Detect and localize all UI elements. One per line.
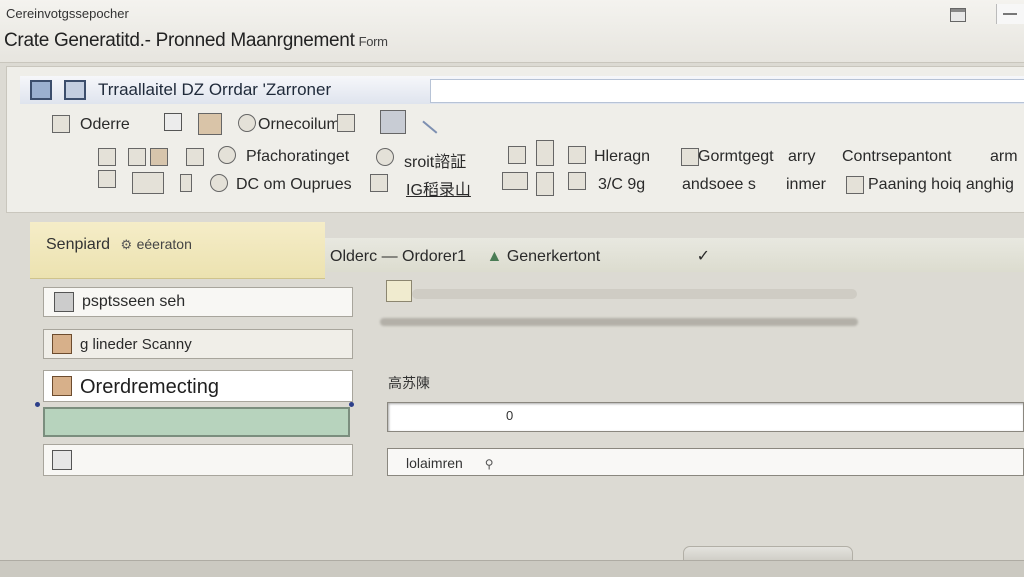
chevron-down-icon[interactable]: ✓: [697, 248, 710, 265]
ribbon-item-4[interactable]: Gormtgegt: [698, 148, 774, 166]
field-label: Orerdremecting: [80, 376, 219, 398]
ribbon-group-label[interactable]: Ornecoilum: [258, 116, 340, 134]
grid-small-icon[interactable]: [370, 174, 388, 192]
hand-icon[interactable]: [568, 146, 586, 164]
ribbon-item-6[interactable]: Contrsepantont: [842, 148, 951, 166]
pointer-icon[interactable]: [164, 113, 182, 131]
category-input-text: lolaimren: [406, 455, 463, 471]
ribbon-item-11[interactable]: andsoee s: [682, 176, 756, 194]
breadcrumb-item[interactable]: Olderc: [330, 248, 377, 265]
ribbon-item-1[interactable]: Pfachoratinget: [246, 148, 349, 166]
search-icon: [54, 292, 74, 312]
divider: [412, 289, 857, 299]
status-bar: [0, 560, 1024, 577]
field-row[interactable]: [43, 444, 353, 476]
search-icon[interactable]: [376, 148, 394, 166]
maximize-button[interactable]: [950, 8, 966, 22]
checkbox[interactable]: [386, 280, 412, 302]
left-panel-title: Senpiard ⚙ eéeraton: [46, 236, 192, 254]
minimize-button[interactable]: [996, 4, 1024, 24]
ribbon-item-12[interactable]: inmer: [786, 176, 826, 194]
folder-icon[interactable]: [132, 172, 164, 194]
bar-icon[interactable]: [180, 174, 192, 192]
user-icon[interactable]: [568, 172, 586, 190]
field-row[interactable]: Orerdremecting: [43, 370, 353, 402]
ribbon-item-3[interactable]: Hleragn: [594, 148, 650, 166]
field-row[interactable]: g lineder Scanny: [43, 329, 353, 359]
field-row[interactable]: psptsseen seh: [43, 287, 353, 317]
ribbon-item-7[interactable]: arm: [990, 148, 1018, 166]
orders-icon[interactable]: [52, 115, 70, 133]
breadcrumb: Olderc — Ordorer1 ▲ Generkertont ✓: [330, 246, 710, 266]
ribbon-item-9[interactable]: IG稻录山: [406, 176, 471, 200]
field-label: psptsseen seh: [82, 293, 186, 310]
form-label: 高苏陳: [388, 375, 430, 391]
selection-handle[interactable]: [349, 402, 354, 407]
search-icon[interactable]: ⚲: [485, 457, 494, 471]
ribbon-item-2[interactable]: sroit諮証: [404, 148, 466, 172]
document-icon: [52, 450, 72, 470]
left-panel-title-text: Senpiard: [46, 236, 111, 253]
left-panel-tag: eéeraton: [136, 236, 192, 252]
tree-icon[interactable]: [98, 170, 116, 188]
breadcrumb-item[interactable]: Ordorer1: [402, 248, 466, 265]
app-name: Cereinvotgssepocher: [6, 6, 129, 21]
calendar-icon[interactable]: [128, 148, 146, 166]
save-icon[interactable]: [64, 80, 86, 100]
ribbon-item-10[interactable]: 3/C 9g: [598, 176, 645, 194]
table-icon[interactable]: [337, 114, 355, 132]
selected-field[interactable]: [43, 407, 350, 437]
ribbon-item-8[interactable]: DC om Ouprues: [236, 176, 352, 194]
document-icon[interactable]: [536, 172, 554, 196]
gear-tag-icon: ⚙: [120, 237, 133, 252]
filter-icon[interactable]: [186, 148, 204, 166]
category-input-value: lolaimren ⚲: [406, 455, 494, 471]
gear-icon[interactable]: [238, 114, 256, 132]
link-icon[interactable]: [98, 148, 116, 166]
columns-icon[interactable]: [536, 140, 554, 166]
table-icon: [52, 376, 72, 396]
order-input[interactable]: [387, 402, 1024, 432]
tree-icon: ▲: [486, 248, 503, 265]
page-icon[interactable]: [508, 146, 526, 164]
ribbon-tab-label[interactable]: Trraallaitel DZ Orrdar 'Zarroner: [98, 80, 331, 100]
orders-button[interactable]: Oderre: [80, 116, 130, 134]
ribbon-item-13[interactable]: Paaning hoiq anghig: [868, 176, 1014, 194]
gear-small-icon[interactable]: [210, 174, 228, 192]
breadcrumb-item[interactable]: Generkertont: [507, 248, 600, 265]
window-title-text: Crate Generatitd.- Pronned Maanrgnement: [4, 30, 355, 51]
clipboard-icon[interactable]: [380, 110, 406, 134]
chevron-right-icon: —: [381, 248, 403, 265]
settings-icon[interactable]: [218, 146, 236, 164]
ribbon-search-input[interactable]: [430, 79, 1024, 103]
selection-handle[interactable]: [35, 402, 40, 407]
calendar-icon: [52, 334, 72, 354]
grid-icon[interactable]: [198, 113, 222, 135]
divider: [380, 318, 858, 326]
window-small-icon[interactable]: [502, 172, 528, 190]
list-icon[interactable]: [150, 148, 168, 166]
window-title: Crate Generatitd.- Pronned Maanrgnement F…: [4, 30, 388, 52]
record-icon[interactable]: [681, 148, 699, 166]
checkbox-icon[interactable]: [846, 176, 864, 194]
ribbon-item-5[interactable]: arry: [788, 148, 816, 166]
window-subtitle: Form: [358, 34, 388, 49]
window-icon[interactable]: [30, 80, 52, 100]
order-input-value: 0: [506, 408, 514, 423]
field-label: g lineder Scanny: [80, 336, 192, 353]
